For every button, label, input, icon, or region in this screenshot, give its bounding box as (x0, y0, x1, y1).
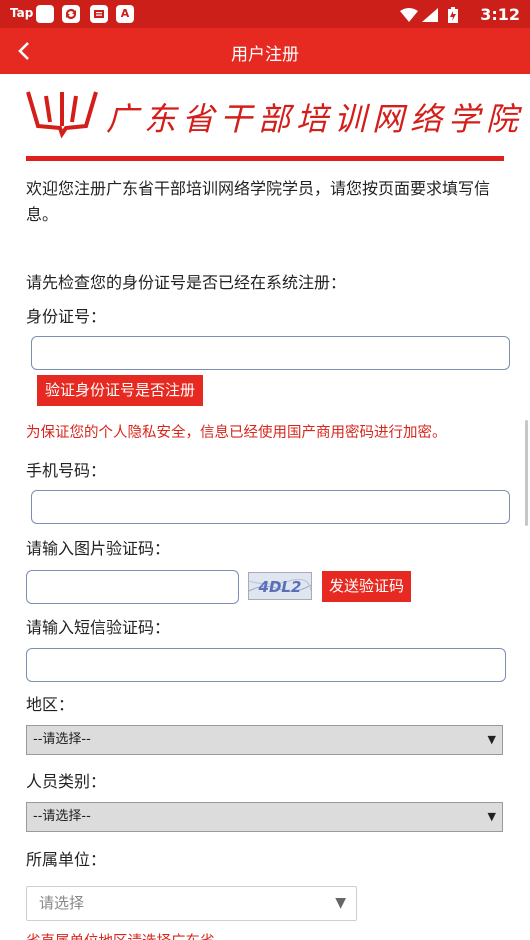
id-label: 身份证号： (26, 307, 107, 326)
dropdown-arrow-icon: ▼ (487, 733, 496, 746)
dropdown-arrow-icon: ▼ (487, 810, 496, 823)
intro-text: 欢迎您注册广东省干部培训网络学院学员，请您按页面要求填写信息。 (26, 179, 491, 224)
sms-label: 请输入短信验证码： (26, 618, 171, 637)
check-prompt: 请先检查您的身份证号是否已经在系统注册： (26, 273, 347, 292)
region-label: 地区： (26, 695, 75, 714)
id-number-input[interactable] (31, 336, 510, 370)
dropdown-arrow-icon: ▼ (335, 895, 346, 911)
category-select[interactable]: --请选择-- ▼ (26, 802, 503, 832)
captcha-image[interactable]: 4DL2 (248, 572, 312, 600)
unit-label: 所属单位： (26, 850, 107, 869)
book-logo-icon (26, 86, 100, 142)
region-selected: --请选择-- (33, 732, 91, 747)
message-icon (90, 5, 108, 23)
unit-select[interactable]: 请选择 ▼ (26, 886, 357, 921)
app-icon (36, 5, 54, 23)
region-select[interactable]: --请选择-- ▼ (26, 725, 503, 755)
status-bar: Tap A 3:12 (0, 0, 530, 28)
scrollbar[interactable] (525, 420, 528, 526)
wifi-icon (400, 7, 418, 26)
school-name: 广东省干部培训网络学院 (106, 100, 525, 138)
captcha-label: 请输入图片验证码： (26, 539, 171, 558)
category-label: 人员类别： (26, 772, 107, 791)
signal-icon (422, 7, 438, 26)
phone-input[interactable] (31, 490, 510, 524)
category-selected: --请选择-- (33, 809, 91, 824)
battery-icon (448, 7, 458, 27)
divider (26, 156, 504, 161)
clock: 3:12 (480, 5, 520, 24)
sync-icon (62, 5, 80, 23)
privacy-notice: 为保证您的个人隐私安全，信息已经使用国产商用密码进行加密。 (26, 425, 447, 441)
send-code-button[interactable]: 发送验证码 (322, 571, 411, 602)
captcha-text: 4DL2 (258, 578, 302, 596)
sms-code-input[interactable] (26, 648, 506, 682)
verify-id-button[interactable]: 验证身份证号是否注册 (37, 375, 203, 406)
a-icon: A (116, 5, 134, 23)
app-bar: 用户注册 (0, 28, 530, 74)
unit-placeholder: 请选择 (39, 894, 85, 912)
phone-label: 手机号码： (26, 461, 107, 480)
page-title: 用户注册 (231, 45, 299, 65)
unit-notice: 省直属单位地区请选择广东省 (26, 930, 215, 940)
captcha-input[interactable] (26, 570, 239, 604)
school-banner: 广东省干部培训网络学院 (26, 86, 518, 150)
carrier-label: Tap (10, 6, 34, 20)
